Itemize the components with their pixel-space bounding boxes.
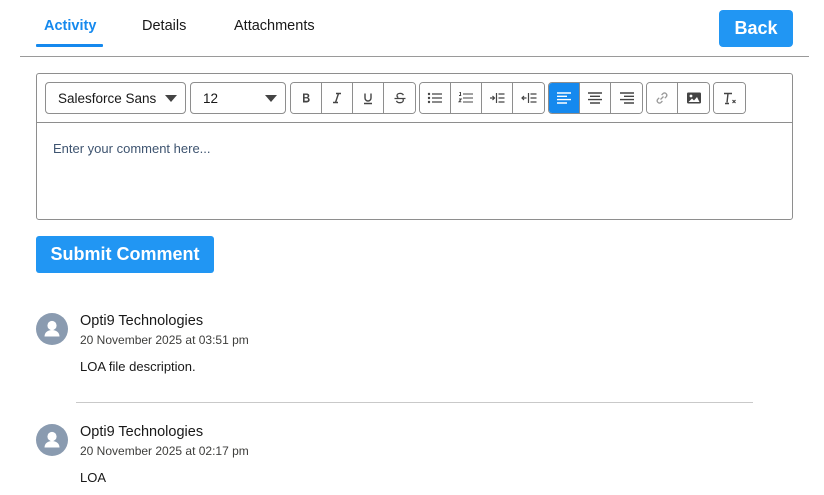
list-group xyxy=(419,82,545,114)
back-button[interactable]: Back xyxy=(719,10,793,47)
tab-details[interactable]: Details xyxy=(142,18,186,34)
image-icon[interactable] xyxy=(678,83,709,113)
tab-activity[interactable]: Activity xyxy=(44,18,96,34)
active-tab-indicator xyxy=(36,44,103,47)
italic-icon[interactable] xyxy=(322,83,353,113)
clear-group xyxy=(713,82,746,114)
align-center-icon[interactable] xyxy=(580,83,611,113)
comment-timestamp: 20 November 2025 at 02:17 pm xyxy=(80,444,249,458)
insert-group xyxy=(646,82,710,114)
user-icon xyxy=(44,431,60,448)
comment-author: Opti9 Technologies xyxy=(80,313,204,329)
chevron-down-icon xyxy=(165,95,177,102)
strikethrough-icon[interactable] xyxy=(384,83,415,113)
comment-item: Opti9 Technologies 20 November 2025 at 0… xyxy=(36,313,776,383)
font-size-select[interactable]: 12 xyxy=(190,82,286,114)
font-family-value: Salesforce Sans xyxy=(58,90,157,106)
submit-comment-button[interactable]: Submit Comment xyxy=(36,236,214,273)
comment-input[interactable]: Enter your comment here... xyxy=(53,141,211,156)
font-size-value: 12 xyxy=(203,90,219,106)
indent-icon[interactable] xyxy=(482,83,513,113)
outdent-icon[interactable] xyxy=(513,83,544,113)
underline-icon[interactable] xyxy=(353,83,384,113)
bold-icon[interactable] xyxy=(291,83,322,113)
tab-attachments[interactable]: Attachments xyxy=(234,18,315,34)
comment-author: Opti9 Technologies xyxy=(80,424,204,440)
align-right-icon[interactable] xyxy=(611,83,642,113)
avatar xyxy=(36,313,68,345)
comment-editor: Salesforce Sans 12 Enter your comment he… xyxy=(36,73,793,220)
comment-body: LOA xyxy=(80,470,107,485)
chevron-down-icon xyxy=(265,95,277,102)
font-family-select[interactable]: Salesforce Sans xyxy=(45,82,186,114)
bullet-list-icon[interactable] xyxy=(420,83,451,113)
link-icon[interactable] xyxy=(647,83,678,113)
comment-body: LOA file description. xyxy=(80,359,196,374)
tab-bar: Activity Details Attachments xyxy=(20,0,809,57)
align-left-icon[interactable] xyxy=(549,83,580,113)
avatar xyxy=(36,424,68,456)
numbered-list-icon[interactable] xyxy=(451,83,482,113)
comment-item: Opti9 Technologies 20 November 2025 at 0… xyxy=(36,424,776,494)
clear-formatting-icon[interactable] xyxy=(714,83,745,113)
editor-toolbar: Salesforce Sans 12 xyxy=(37,74,792,123)
comment-timestamp: 20 November 2025 at 03:51 pm xyxy=(80,333,249,347)
comment-divider xyxy=(76,402,753,403)
user-icon xyxy=(44,320,60,337)
text-format-group xyxy=(290,82,416,114)
alignment-group xyxy=(548,82,643,114)
